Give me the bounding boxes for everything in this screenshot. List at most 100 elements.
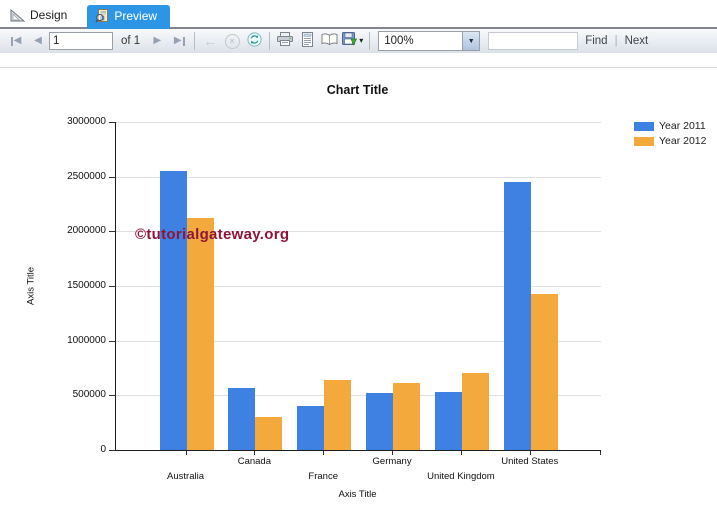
x-axis-category-label: France [308, 471, 338, 482]
find-link[interactable]: Find [585, 35, 607, 47]
report-toolbar: ◀ ◀ of 1 ▶ ▶ ← × [0, 29, 717, 54]
toolbar-separator [369, 32, 371, 50]
bar-series-0 [503, 182, 531, 450]
plot-area [115, 122, 601, 451]
next-page-button[interactable]: ▶ [146, 31, 168, 51]
y-axis-tick-label: 1000000 [67, 334, 106, 346]
chart-region: Chart Title Axis Title Year 2011 Year 201… [0, 53, 717, 509]
next-link[interactable]: Next [625, 35, 649, 47]
export-floppy-icon [342, 32, 358, 50]
y-gridline [116, 122, 601, 123]
bar-series-0 [297, 405, 325, 450]
tab-design[interactable]: Design [6, 5, 77, 27]
legend-label: Year 2011 [659, 120, 706, 132]
previous-page-icon: ◀ [34, 35, 42, 46]
x-axis-category-label: United Kingdom [427, 471, 495, 482]
page-setup-book-icon [321, 33, 338, 50]
find-text-input[interactable] [488, 32, 579, 50]
y-axis-tick [109, 340, 115, 342]
tab-preview-label: Preview [114, 9, 158, 23]
bar-series-1 [530, 293, 558, 450]
print-layout-button[interactable] [296, 31, 318, 51]
export-button[interactable]: ▾ [340, 31, 365, 51]
y-gridline [116, 176, 601, 178]
last-page-button[interactable]: ▶ [168, 31, 190, 51]
toolbar-separator [269, 32, 271, 50]
zoom-dropdown-button[interactable]: ▼ [462, 32, 480, 50]
y-axis-tick [109, 176, 115, 178]
y-axis-tick [109, 286, 115, 287]
bar-series-0 [366, 393, 394, 450]
last-page-icon: ▶ [173, 35, 182, 46]
page-setup-button[interactable] [318, 31, 340, 51]
stop-rendering-button[interactable]: × [221, 31, 243, 51]
y-axis-tick-label: 2000000 [67, 225, 106, 237]
x-axis-category-label: Canada [237, 456, 271, 467]
y-axis-tick [109, 231, 115, 233]
find-next-separator: | [614, 35, 618, 47]
x-axis-tick [254, 451, 256, 455]
tab-bar: Design Preview [0, 0, 717, 29]
first-page-icon: ◀ [13, 35, 22, 46]
y-axis-tick-label: 0 [100, 444, 106, 455]
y-axis-tick [109, 450, 115, 451]
bar-series-1 [255, 417, 283, 450]
bar-series-1 [393, 383, 421, 450]
y-axis-tick-label: 500000 [72, 389, 106, 401]
bar-series-1 [324, 380, 352, 450]
legend-swatch [634, 121, 654, 131]
bar-series-1 [186, 218, 214, 450]
preview-report-icon [95, 9, 109, 23]
next-page-icon: ▶ [153, 35, 162, 46]
legend-label: Year 2012 [659, 135, 707, 147]
report-canvas: Chart Title Axis Title Year 2011 Year 201… [0, 53, 717, 509]
y-axis-tick-label: 3000000 [67, 116, 106, 127]
stop-icon: × [224, 33, 240, 49]
toolbar-separator [194, 32, 196, 50]
x-axis-tick [392, 451, 394, 455]
legend-swatch [634, 136, 654, 146]
x-axis-category-label: Australia [167, 471, 204, 482]
y-axis-tick [109, 122, 115, 123]
chart-title: Chart Title [326, 83, 389, 97]
x-axis-tick [323, 451, 325, 455]
page-count-label: of 1 [121, 35, 141, 47]
back-to-parent-button[interactable]: ← [199, 31, 221, 51]
y-axis-tick [109, 395, 115, 397]
refresh-button[interactable] [243, 31, 265, 51]
x-axis-category-label: Germany [372, 456, 412, 467]
page-number-input[interactable] [49, 32, 113, 50]
y-axis-tick-label: 2500000 [67, 170, 106, 182]
bar-series-0 [434, 391, 462, 450]
refresh-icon [247, 32, 262, 51]
x-axis-tick [529, 451, 531, 455]
zoom-combobox[interactable]: 100% ▼ [378, 31, 481, 51]
watermark-text: ©tutorialgateway.org [135, 226, 290, 243]
x-axis-category-label: United States [501, 456, 559, 467]
y-axis-tick-label: 1500000 [67, 280, 106, 291]
tab-preview[interactable]: Preview [87, 5, 171, 29]
y-axis-title: Axis Title [25, 266, 37, 306]
print-button[interactable] [274, 31, 296, 51]
x-axis-title: Axis Title [338, 489, 377, 500]
legend-item: Year 2011 [634, 120, 707, 132]
bar-series-0 [159, 171, 187, 450]
printer-icon [277, 32, 294, 50]
first-page-button[interactable]: ◀ [5, 31, 27, 51]
export-dropdown-caret-icon: ▾ [359, 36, 364, 45]
bar-series-1 [461, 373, 489, 450]
last-page-bar [182, 36, 185, 46]
zoom-value: 100% [384, 35, 414, 47]
chevron-down-icon: ▼ [467, 37, 475, 45]
x-axis-tick [185, 451, 187, 455]
legend-item: Year 2012 [634, 135, 707, 147]
chart-legend: Year 2011 Year 2012 [634, 120, 707, 150]
set-square-icon [10, 8, 25, 22]
back-arrow-icon: ← [203, 33, 218, 49]
first-page-bar [10, 36, 13, 46]
previous-page-button[interactable]: ◀ [27, 31, 49, 51]
print-layout-document-icon [301, 31, 314, 51]
bar-series-0 [228, 387, 256, 450]
x-axis-tick [460, 451, 462, 455]
tab-design-label: Design [30, 8, 68, 22]
